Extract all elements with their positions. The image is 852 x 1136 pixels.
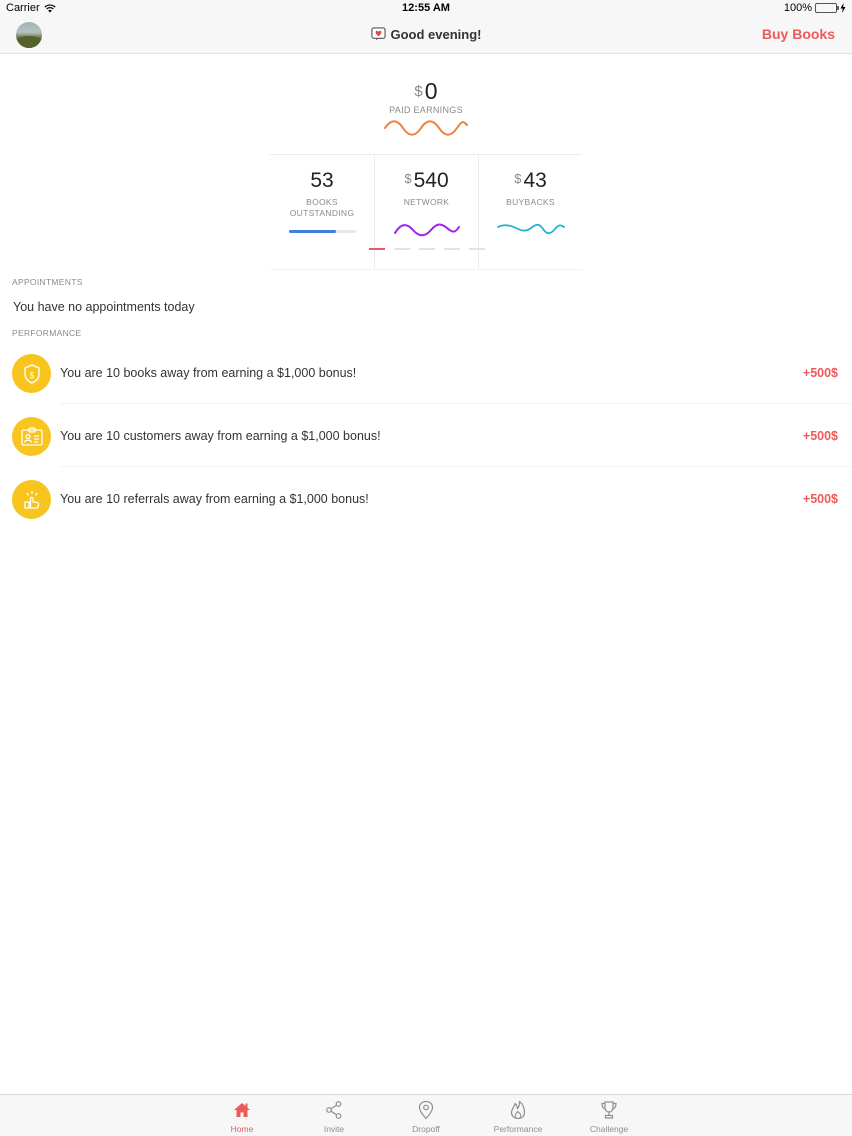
tab-dropoff[interactable]: Dropoff bbox=[386, 1095, 466, 1136]
no-appointments-text: You have no appointments today bbox=[13, 300, 195, 314]
buybacks-sparkline bbox=[497, 223, 565, 235]
currency-symbol: $ bbox=[514, 171, 522, 186]
hand-tap-icon bbox=[12, 480, 51, 519]
trophy-icon bbox=[601, 1101, 617, 1119]
performance-item-bonus: +500$ bbox=[802, 429, 838, 443]
charging-bolt-icon bbox=[840, 3, 846, 13]
paid-earnings-amount: $0 bbox=[0, 78, 852, 105]
books-progress-bar bbox=[289, 230, 356, 233]
performance-item[interactable]: You are 10 referrals away from earning a… bbox=[0, 468, 852, 530]
stat-value: $43 bbox=[479, 169, 582, 193]
home-icon bbox=[234, 1103, 250, 1117]
svg-text:$: $ bbox=[29, 371, 35, 381]
performance-item[interactable]: $ You are 10 books away from earning a $… bbox=[0, 342, 852, 404]
performance-item[interactable]: You are 10 customers away from earning a… bbox=[0, 405, 852, 467]
tab-home[interactable]: Home bbox=[202, 1095, 282, 1136]
performance-item-text: You are 10 referrals away from earning a… bbox=[60, 492, 369, 506]
stat-buybacks[interactable]: $43 BUYBACKS bbox=[478, 155, 582, 269]
greeting-text: Good evening! bbox=[390, 27, 482, 42]
page-dot[interactable] bbox=[394, 248, 410, 250]
tab-bar: Home Invite Dropoff Performance Challeng… bbox=[0, 1094, 852, 1136]
flame-icon bbox=[510, 1100, 526, 1120]
stat-value: 53 bbox=[270, 169, 374, 193]
status-bar: Carrier 12:55 AM 100% bbox=[0, 0, 852, 18]
stats-carousel[interactable]: 53 BOOKS OUTSTANDING $540 NETWORK $43 BU… bbox=[270, 154, 582, 270]
page-dot[interactable] bbox=[444, 248, 460, 250]
buy-books-button[interactable]: Buy Books bbox=[762, 26, 835, 42]
stat-value: $540 bbox=[375, 169, 478, 193]
page-dot[interactable] bbox=[369, 248, 385, 250]
map-pin-icon bbox=[418, 1100, 434, 1120]
paid-earnings-label: PAID EARNINGS bbox=[389, 105, 463, 115]
page-dot[interactable] bbox=[419, 248, 435, 250]
performance-item-bonus: +500$ bbox=[802, 492, 838, 506]
tab-invite[interactable]: Invite bbox=[294, 1095, 374, 1136]
shield-dollar-icon: $ bbox=[12, 354, 51, 393]
stat-label: BUYBACKS bbox=[506, 197, 555, 207]
appointments-header: APPOINTMENTS bbox=[12, 277, 83, 287]
performance-item-text: You are 10 customers away from earning a… bbox=[60, 429, 381, 443]
currency-symbol: $ bbox=[404, 171, 412, 186]
stat-label: NETWORK bbox=[403, 197, 450, 207]
clock: 12:55 AM bbox=[402, 2, 450, 14]
tab-challenge[interactable]: Challenge bbox=[569, 1095, 649, 1136]
tab-label: Performance bbox=[493, 1124, 543, 1134]
battery-indicator: 100% bbox=[784, 2, 846, 14]
performance-header: PERFORMANCE bbox=[12, 328, 82, 338]
id-card-icon bbox=[12, 417, 51, 456]
battery-percent: 100% bbox=[783, 2, 812, 14]
tab-label: Invite bbox=[323, 1124, 345, 1134]
tab-label: Challenge bbox=[589, 1124, 629, 1134]
currency-symbol: $ bbox=[414, 83, 423, 100]
performance-item-text: You are 10 books away from earning a $1,… bbox=[60, 366, 357, 380]
chat-heart-icon bbox=[370, 27, 386, 41]
tab-label: Home bbox=[230, 1124, 254, 1134]
stat-books-outstanding[interactable]: 53 BOOKS OUTSTANDING bbox=[270, 155, 374, 269]
stat-number: 43 bbox=[523, 169, 547, 192]
carousel-page-indicator[interactable] bbox=[369, 248, 485, 250]
row-divider bbox=[60, 403, 852, 404]
performance-item-bonus: +500$ bbox=[802, 366, 838, 380]
page-title: Good evening! bbox=[0, 27, 852, 42]
network-sparkline bbox=[394, 223, 460, 237]
share-icon bbox=[326, 1101, 342, 1119]
stat-network[interactable]: $540 NETWORK bbox=[374, 155, 478, 269]
battery-icon bbox=[815, 3, 839, 13]
paid-earnings-sparkline bbox=[384, 120, 468, 136]
page-dot[interactable] bbox=[469, 248, 485, 250]
books-progress-fill bbox=[289, 230, 336, 233]
tab-performance[interactable]: Performance bbox=[478, 1095, 558, 1136]
nav-bar: Good evening! Buy Books bbox=[0, 18, 852, 54]
paid-earnings: $0 PAID EARNINGS bbox=[0, 78, 852, 115]
paid-earnings-value: 0 bbox=[424, 78, 438, 104]
tab-label: Dropoff bbox=[412, 1124, 440, 1134]
stat-number: 540 bbox=[413, 169, 449, 192]
row-divider bbox=[60, 466, 852, 467]
stat-number: 53 bbox=[310, 169, 334, 192]
stat-label: BOOKS OUTSTANDING bbox=[289, 197, 355, 218]
